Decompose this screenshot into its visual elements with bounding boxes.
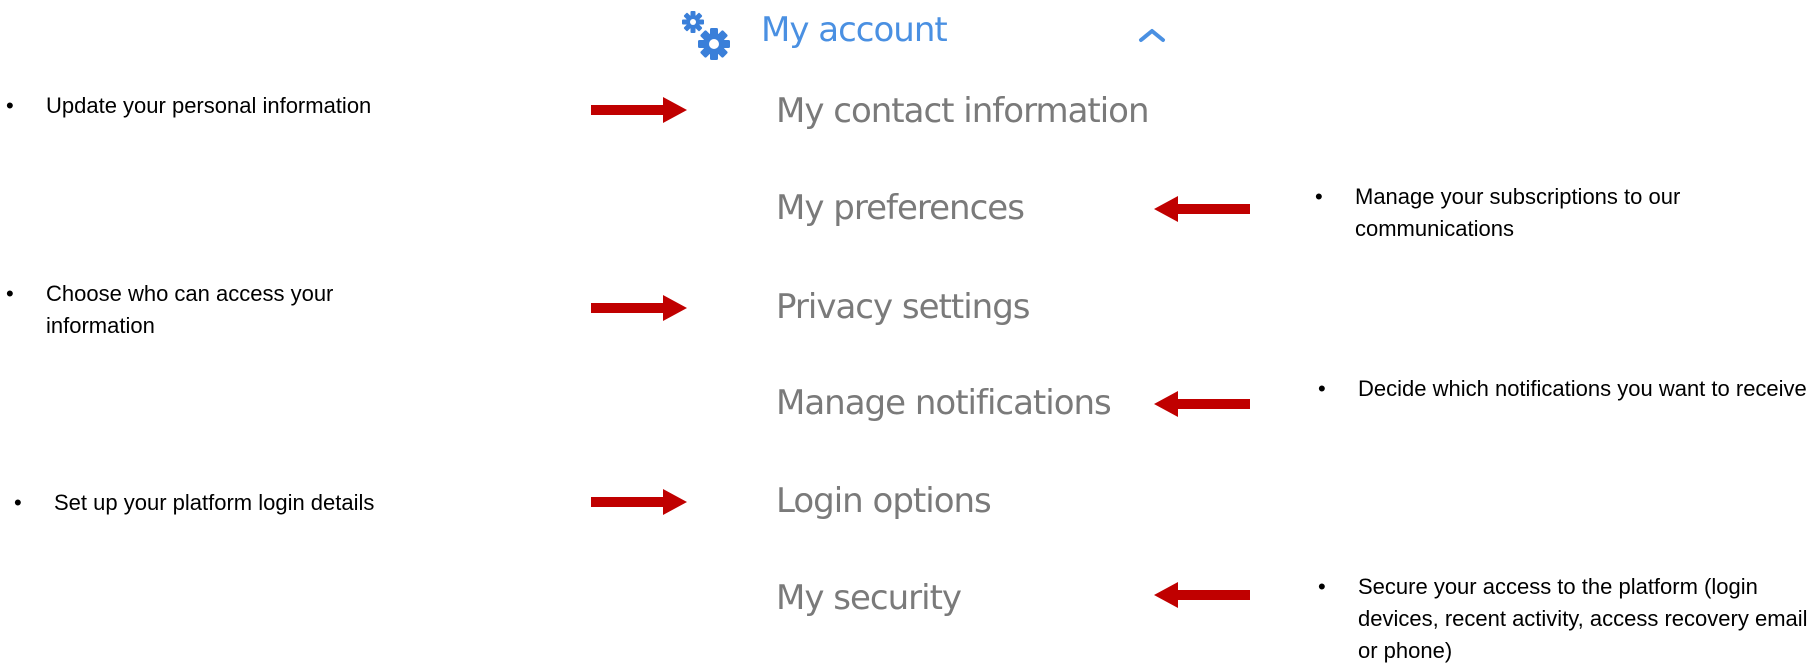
annotation-decide-notifications: • Decide which notifications you want to… (1318, 373, 1808, 405)
annotation-text: Update your personal information (46, 93, 372, 118)
menu-item-my-security[interactable]: My security (776, 578, 962, 618)
menu-item-privacy-settings[interactable]: Privacy settings (776, 287, 1030, 327)
annotation-secure-access: • Secure your access to the platform (lo… (1318, 571, 1808, 667)
arrow-right-icon (591, 487, 687, 517)
arrow-left-icon (1154, 580, 1250, 610)
annotation-manage-subscriptions: • Manage your subscriptions to our commu… (1315, 181, 1785, 245)
annotation-text: Set up your platform login details (54, 490, 375, 515)
bullet: • (6, 93, 14, 118)
gears-icon (676, 8, 736, 64)
annotation-login-details: • Set up your platform login details (14, 487, 494, 519)
arrow-right-icon (591, 95, 687, 125)
bullet: • (1318, 574, 1326, 599)
arrow-left-icon (1154, 389, 1250, 419)
annotation-text: Manage your subscriptions to our communi… (1355, 184, 1681, 241)
bullet: • (6, 281, 14, 306)
annotation-choose-access: • Choose who can access your information (6, 278, 426, 342)
arrow-right-icon (591, 293, 687, 323)
annotation-text: Decide which notifications you want to r… (1358, 376, 1807, 401)
bullet: • (1315, 184, 1323, 209)
menu-item-preferences[interactable]: My preferences (776, 188, 1025, 228)
my-account-title[interactable]: My account (761, 10, 948, 50)
annotation-text: Secure your access to the platform (logi… (1358, 574, 1808, 663)
chevron-up-icon[interactable] (1137, 24, 1167, 46)
menu-item-manage-notifications[interactable]: Manage notifications (776, 383, 1112, 423)
annotation-update-personal-info: • Update your personal information (6, 90, 486, 122)
menu-item-contact-information[interactable]: My contact information (776, 91, 1150, 131)
menu-item-login-options[interactable]: Login options (776, 481, 992, 521)
bullet: • (1318, 376, 1326, 401)
arrow-left-icon (1154, 194, 1250, 224)
annotation-text: Choose who can access your information (46, 281, 334, 338)
bullet: • (14, 490, 22, 515)
